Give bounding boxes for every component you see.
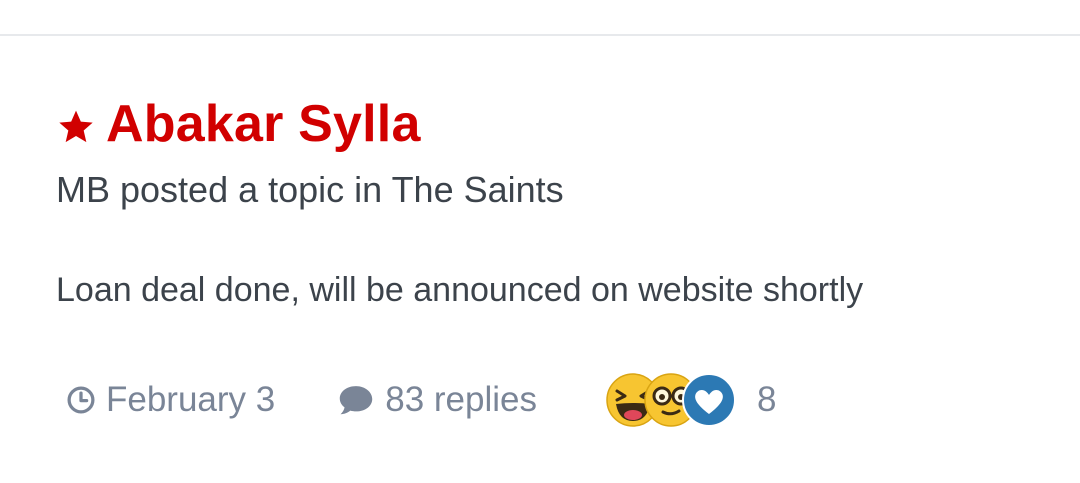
topic-snippet: Loan deal done, will be announced on web…	[56, 271, 864, 309]
posted-text: posted a topic in	[120, 169, 383, 210]
topic-card: Abakar Sylla MB posted a topic in The Sa…	[56, 92, 1036, 312]
post-date[interactable]: February 3	[66, 380, 275, 420]
reactions-summary[interactable]: 8	[605, 372, 776, 428]
love-icon	[682, 373, 737, 427]
post-date-text: February 3	[106, 380, 276, 419]
topic-meta: MB posted a topic in The Saints	[56, 168, 1036, 212]
topic-title-link[interactable]: Abakar Sylla	[106, 92, 421, 156]
comment-icon	[340, 386, 373, 415]
forum-link[interactable]: The Saints	[392, 169, 564, 210]
topic-title-row: Abakar Sylla	[56, 92, 1036, 156]
replies-text: 83 replies	[385, 380, 538, 419]
replies-count[interactable]: 83 replies	[337, 380, 537, 420]
star-icon	[59, 110, 93, 143]
topic-stats: February 3 83 replies 8	[66, 372, 776, 428]
top-divider	[0, 34, 1080, 36]
clock-icon	[67, 386, 95, 414]
reaction-count: 8	[757, 380, 777, 419]
author-link[interactable]: MB	[56, 169, 110, 210]
